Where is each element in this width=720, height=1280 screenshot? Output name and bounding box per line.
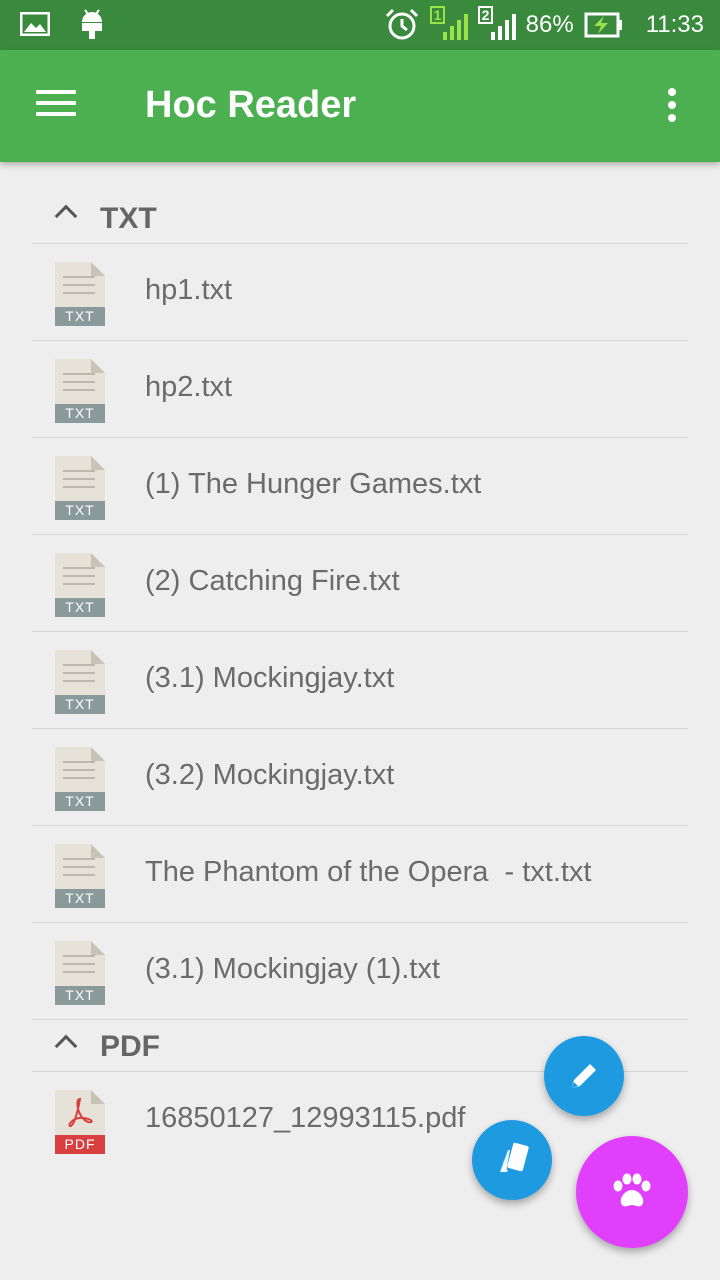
file-name: hp2.txt [145,371,233,403]
file-name: (1) The Hunger Games.txt [145,468,482,500]
android-icon [82,9,102,39]
pdf-file-icon: PDF [55,1090,105,1154]
file-list: TXT TXT hp1.txt TXT hp2.txt TXT (1) The … [32,162,688,1169]
txt-file-icon: TXT [55,262,105,326]
list-item[interactable]: TXT hp2.txt [32,341,688,438]
list-item[interactable]: TXT (2) Catching Fire.txt [32,535,688,632]
paw-fab-button[interactable] [576,1136,688,1248]
paw-icon [613,1173,651,1207]
signal-sim1-icon: 1 [429,6,468,44]
txt-file-icon: TXT [55,359,105,423]
list-item[interactable]: TXT (1) The Hunger Games.txt [32,438,688,535]
txt-file-icon: TXT [55,456,105,520]
image-icon [20,12,50,36]
alarm-icon [385,8,418,40]
battery-percent: 86% [525,11,574,38]
list-item[interactable]: TXT The Phantom of the Opera - txt.txt [32,826,688,923]
chevron-up-icon [54,1034,78,1058]
file-name: (2) Catching Fire.txt [145,565,400,597]
file-name: The Phantom of the Opera - txt.txt [145,856,592,888]
section-label: TXT [100,202,157,235]
chevron-up-icon [54,204,78,228]
more-vert-icon[interactable] [660,88,684,124]
file-name: (3.1) Mockingjay.txt [145,662,395,694]
battery-charging-icon [584,12,622,38]
list-item[interactable]: TXT (3.1) Mockingjay (1).txt [32,923,688,1020]
list-item[interactable]: TXT hp1.txt [32,244,688,341]
signal-sim2-icon: 2 [477,6,516,44]
status-bar: 1 2 86% 11:33 [0,0,720,50]
txt-file-icon: TXT [55,747,105,811]
edit-fab-button[interactable] [544,1036,624,1116]
txt-file-icon: TXT [55,844,105,908]
section-label: PDF [100,1030,160,1063]
pencil-icon [572,1064,596,1088]
clock: 11:33 [645,11,704,38]
txt-file-icon: TXT [55,941,105,1005]
cards-icon [500,1142,529,1172]
hamburger-menu-icon[interactable] [36,90,76,120]
file-name: 16850127_12993115.pdf [145,1102,466,1134]
app-title: Hoc Reader [145,84,357,126]
cards-fab-button[interactable] [472,1120,552,1200]
file-name: (3.1) Mockingjay (1).txt [145,953,440,985]
txt-file-icon: TXT [55,553,105,617]
section-header-txt[interactable]: TXT [32,162,688,244]
file-name: hp1.txt [145,274,233,306]
app-bar: Hoc Reader [0,50,720,162]
file-name: (3.2) Mockingjay.txt [145,759,395,791]
list-item[interactable]: TXT (3.2) Mockingjay.txt [32,729,688,826]
list-item[interactable]: TXT (3.1) Mockingjay.txt [32,632,688,729]
txt-file-icon: TXT [55,650,105,714]
